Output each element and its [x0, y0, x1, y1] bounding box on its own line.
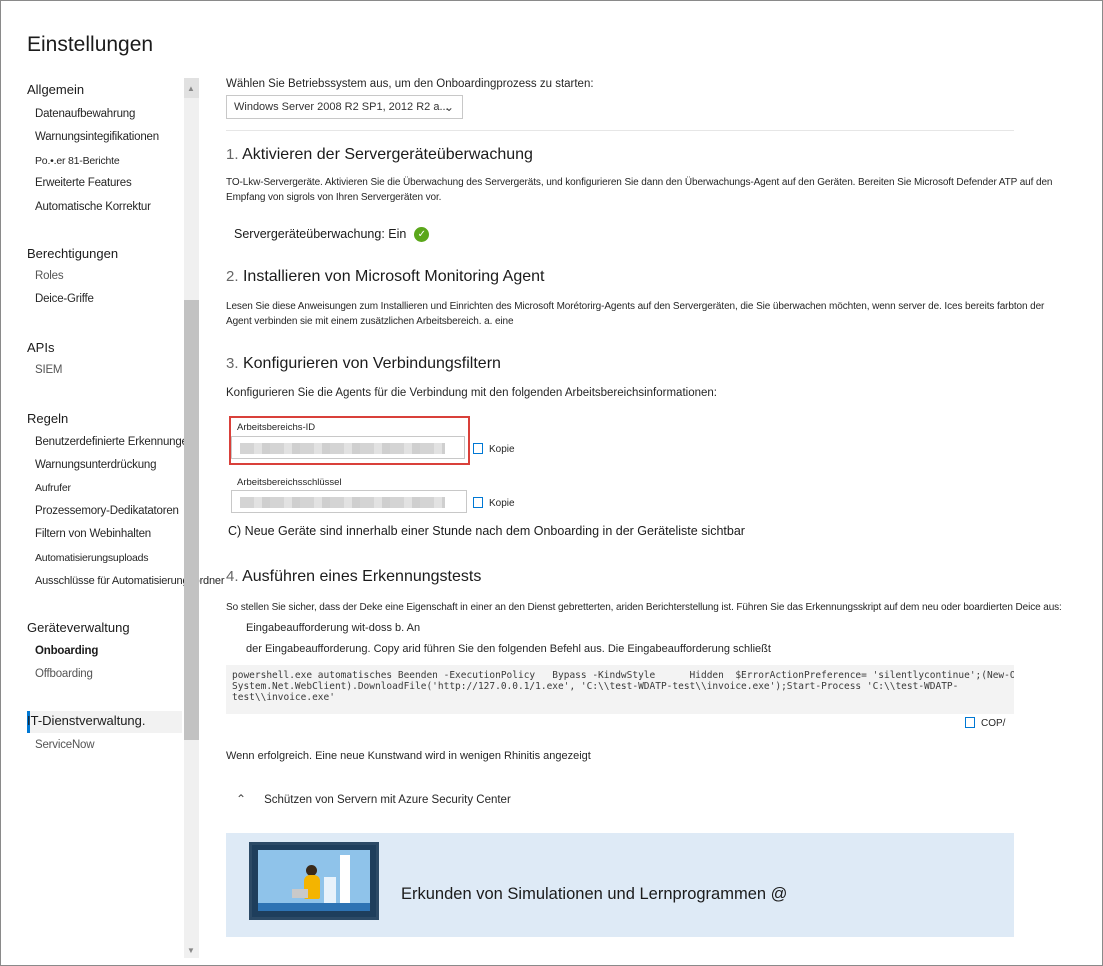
- step3-description: Konfigurieren Sie die Agents für die Ver…: [226, 387, 717, 399]
- sidebar-item-aufrufer[interactable]: Aufrufer: [35, 482, 71, 494]
- copy-script-button[interactable]: COP/: [965, 717, 1006, 730]
- sidebar-item-erweiterte-features[interactable]: Erweiterte Features: [35, 177, 132, 189]
- divider: [226, 130, 1014, 131]
- step1-number: 1.: [226, 146, 239, 163]
- workspace-key-redacted: [240, 497, 445, 508]
- sidebar-heading-berechtigungen: Berechtigungen: [27, 246, 119, 261]
- onboarding-visibility-note: C) Neue Geräte sind innerhalb einer Stun…: [228, 524, 745, 538]
- step2-title: 2. Installieren von Microsoft Monitoring…: [226, 268, 544, 286]
- workspace-id-redacted: [240, 443, 445, 454]
- sidebar-item-onboarding[interactable]: Onboarding: [35, 645, 98, 657]
- copy-label: Kopie: [489, 444, 515, 456]
- copy-icon: [473, 443, 483, 454]
- sidebar-item-warnungsintegifikationen[interactable]: Warnungsintegifikationen: [35, 131, 159, 143]
- sidebar-item-siem[interactable]: SIEM: [35, 364, 63, 376]
- promo-illustration: [249, 842, 379, 920]
- step4-title: 4. Ausführen eines Erkennungstests: [226, 568, 481, 586]
- sidebar-item-device-groups[interactable]: Deice-Griffe: [35, 293, 94, 305]
- detection-script-code[interactable]: powershell.exe automatisches Beenden -Ex…: [226, 665, 1014, 714]
- sidebar-item-filtern-von-webinhalten[interactable]: Filtern von Webinhalten: [35, 528, 151, 540]
- sidebar-item-roles[interactable]: Roles: [35, 270, 64, 282]
- success-message: Wenn erfolgreich. Eine neue Kunstwand wi…: [226, 750, 591, 762]
- step4-line1: Eingabeaufforderung wit-doss b. An: [246, 622, 421, 634]
- copy-label: Kopie: [489, 498, 515, 510]
- sidebar-item-berichte[interactable]: Po.•.er 81-Berichte: [35, 155, 120, 167]
- azure-security-center-expander[interactable]: ⌃ Schützen von Servern mit Azure Security…: [226, 792, 511, 806]
- scroll-down-icon[interactable]: ▼: [187, 946, 195, 955]
- sidebar-heading-allgemein: Allgemein: [27, 82, 85, 97]
- step4-line2: der Eingabeaufforderung. Copy arid führe…: [246, 643, 771, 655]
- step2-description: Lesen Sie diese Anweisungen zum Installi…: [226, 301, 1045, 327]
- os-select-value: Windows Server 2008 R2 SP1, 2012 R2 a...: [234, 101, 449, 113]
- step1-description: TO-Lkw-Servergeräte. Aktivieren Sie die …: [226, 177, 1053, 203]
- promo-link-text[interactable]: Erkunden von Simulationen und Lernprogra…: [401, 885, 787, 904]
- status-text: Servergeräteüberwachung: Ein: [234, 227, 407, 241]
- expander-label: Schützen von Servern mit Azure Security …: [264, 794, 511, 806]
- chevron-down-icon: ⌄: [443, 100, 454, 114]
- step3-number: 3.: [226, 355, 239, 372]
- step4-number: 4.: [226, 568, 239, 585]
- sidebar-item-datenaufbewahrung[interactable]: Datenaufbewahrung: [35, 108, 135, 120]
- sidebar-item-automatisierungsuploads[interactable]: Automatisierungsuploads: [35, 552, 149, 564]
- sidebar-heading-regeln: Regeln: [27, 411, 69, 426]
- os-select-label: Wählen Sie Betriebssystem aus, um den On…: [226, 78, 594, 90]
- step4-description: So stellen Sie sicher, dass der Deke ein…: [226, 602, 1062, 613]
- workspace-id-field[interactable]: [231, 436, 465, 459]
- os-select[interactable]: Windows Server 2008 R2 SP1, 2012 R2 a...…: [226, 95, 463, 119]
- sidebar: Allgemein Datenaufbewahrung Warnungsinte…: [0, 70, 224, 966]
- sidebar-heading-geraeteverwaltung: Geräteverwaltung: [27, 620, 130, 635]
- sidebar-item-warnungsunterdrueckung[interactable]: Warnungsunterdrückung: [35, 459, 157, 471]
- sidebar-heading-apis: APIs: [27, 340, 55, 355]
- illustration-ground: [258, 903, 370, 911]
- copy-workspace-key-button[interactable]: Kopie: [473, 497, 515, 510]
- illustration-tower: [340, 855, 350, 907]
- checkmark-icon: ✓: [414, 227, 430, 243]
- step2-title-text: Installieren von Microsoft Monitoring Ag…: [242, 268, 545, 285]
- copy-workspace-id-button[interactable]: Kopie: [473, 443, 515, 456]
- sidebar-item-automatische-korrektur[interactable]: Automatische Korrektur: [35, 201, 151, 213]
- sidebar-heading-it-dienstverwaltung: IT-Dienstverwaltung.: [27, 713, 146, 728]
- sidebar-item-benutzerdefinierte-erkennungen[interactable]: Benutzerdefinierte Erkennungen: [35, 436, 194, 448]
- simulations-promo-banner[interactable]: Erkunden von Simulationen und Lernprogra…: [226, 833, 1014, 937]
- copy-icon: [473, 497, 483, 508]
- copy-icon: [965, 717, 975, 728]
- copy-script-label: COP/: [981, 718, 1006, 730]
- scrollbar-thumb[interactable]: [184, 300, 199, 740]
- step2-number: 2.: [226, 268, 239, 285]
- step1-title: 1. Aktivieren der Servergeräteüberwachun…: [226, 146, 533, 164]
- sidebar-item-offboarding[interactable]: Offboarding: [35, 668, 93, 680]
- step1-title-text: Aktivieren der Servergeräteüberwachung: [242, 146, 533, 163]
- step3-title-text: Konfigurieren von Verbindungsfiltern: [242, 355, 501, 372]
- chevron-up-icon: ⌃: [236, 792, 247, 806]
- scroll-up-icon[interactable]: ▲: [187, 84, 195, 93]
- workspace-id-label: Arbeitsbereichs-ID: [237, 422, 316, 433]
- illustration-laptop: [292, 889, 308, 898]
- workspace-key-field[interactable]: [231, 490, 467, 513]
- server-monitoring-status: Servergeräteüberwachung: Ein ✓: [234, 227, 430, 243]
- sidebar-scrollbar[interactable]: ▲ ▼: [184, 78, 199, 958]
- workspace-key-label: Arbeitsbereichsschlüssel: [237, 477, 342, 488]
- page-title: Einstellungen: [27, 33, 154, 56]
- sidebar-item-prozessemory-dedikatatoren[interactable]: Prozessemory-Dedikatatoren: [35, 505, 179, 517]
- step3-title: 3. Konfigurieren von Verbindungsfiltern: [226, 355, 501, 373]
- step4-title-text: Ausführen eines Erkennungstests: [242, 568, 482, 585]
- sidebar-item-servicenow[interactable]: ServiceNow: [35, 739, 95, 751]
